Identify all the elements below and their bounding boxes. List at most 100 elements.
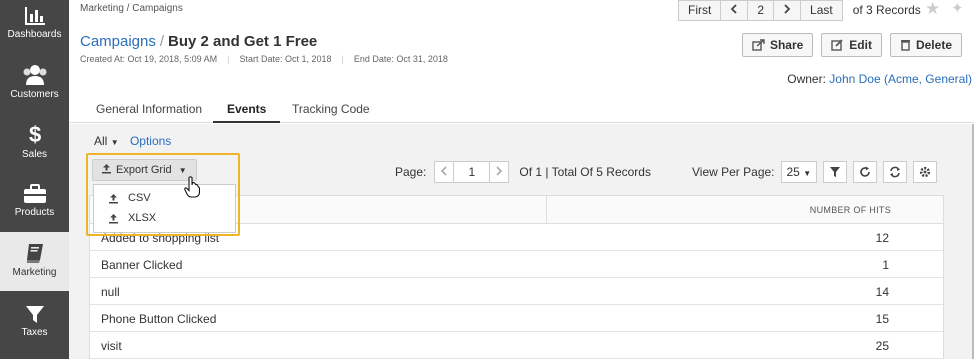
sidebar-item-label: Taxes [21,327,48,338]
table-row[interactable]: null 14 [90,278,943,305]
event-hits: 1 [882,258,889,272]
sidebar-item-label: Customers [10,89,59,100]
filter-button[interactable] [823,161,848,183]
record-pager: First 2 Last of 3 Records [678,0,921,21]
users-icon [23,65,46,85]
sync-icon [890,166,901,178]
page-size-select[interactable]: 25 ▼ [780,161,818,183]
tab-general-information[interactable]: General Information [82,97,216,123]
briefcase-icon [23,184,46,203]
svg-text:$: $ [29,122,41,146]
settings-button[interactable] [913,161,938,183]
event-hits: 14 [875,285,889,299]
delete-label: Delete [915,38,952,52]
page-title: Campaigns / Buy 2 and Get 1 Free [80,33,317,50]
edit-button[interactable]: Edit [821,33,882,57]
caret-down-icon: ▼ [110,138,119,147]
refresh-button[interactable] [853,161,878,183]
sidebar-item-taxes[interactable]: Taxes [0,304,69,359]
page-input[interactable]: 1 [454,161,490,183]
campaign-name: Buy 2 and Get 1 Free [168,33,318,50]
all-filter-label: All [94,134,108,148]
breadcrumb: Marketing / Campaigns [80,3,183,14]
prev-page-button[interactable] [434,161,455,183]
first-record-button[interactable]: First [678,0,722,21]
owner-link[interactable]: John Doe (Acme, General) [829,72,972,86]
refresh-icon [860,166,870,177]
filter-icon [830,167,841,177]
main-panel: Marketing / Campaigns First 2 Last of 3 … [69,0,974,359]
export-grid-button[interactable]: Export Grid ▼ [92,159,197,181]
meta-divider: | [227,54,230,64]
sidebar-item-sales[interactable]: $ Sales [0,122,69,182]
owner-info: Owner: John Doe (Acme, General) [787,72,972,86]
meta-divider: | [341,54,344,64]
table-row[interactable]: Banner Clicked 1 [90,251,943,278]
export-option-label: XLSX [128,212,157,224]
upload-icon [109,213,118,223]
share-icon [752,39,765,51]
export-highlight: Export Grid ▼ CSV XLSX [86,153,240,236]
end-date: End Date: Oct 31, 2018 [353,54,448,64]
next-record-button[interactable] [774,0,802,21]
gear-icon [920,166,931,178]
tab-events[interactable]: Events [213,97,281,123]
star-icon[interactable]: ★ [925,0,940,17]
campaign-meta: Created At: Oct 19, 2018, 5:09 AM | Start … [80,54,458,64]
export-xlsx-option[interactable]: XLSX [94,208,235,228]
view-per-page-label: View Per Page: [692,165,775,179]
last-record-button[interactable]: Last [801,0,843,21]
campaigns-link[interactable]: Campaigns [80,33,156,50]
chevron-right-icon [784,4,791,14]
event-hits: 12 [875,231,889,245]
tab-bar: General Information Events Tracking Code [69,97,974,123]
share-button[interactable]: Share [741,33,814,57]
page-controls: 1 [434,161,510,183]
event-name: Banner Clicked [101,258,183,272]
export-menu: CSV XLSX [93,184,236,233]
column-header-label: NUMBER OF HITS [809,205,891,215]
export-grid-label: Export Grid [116,164,172,176]
export-csv-option[interactable]: CSV [94,188,235,208]
current-record: 2 [748,0,775,21]
edit-label: Edit [849,38,872,52]
caret-down-icon: ▼ [178,166,187,175]
start-date: Start Date: Oct 1, 2018 [239,54,332,64]
caret-down-icon: ▼ [803,169,812,178]
page-summary: Of 1 | Total Of 5 Records [519,165,651,179]
delete-button[interactable]: Delete [889,33,962,57]
view-per-page: View Per Page: 25 ▼ [692,161,938,183]
hand-cursor-icon [184,176,200,198]
page-size-value: 25 [786,165,800,179]
sidebar-item-marketing[interactable]: Marketing [0,232,69,291]
table-row[interactable]: visit 25 [90,332,943,359]
options-link[interactable]: Options [130,134,171,148]
sidebar: Dashboards Customers $ Sales Products Ma… [0,0,69,359]
grid-filter: All ▼ Options [94,134,171,148]
prev-record-button[interactable] [721,0,749,21]
column-header-hits[interactable]: NUMBER OF HITS [546,196,945,224]
sidebar-item-customers[interactable]: Customers [0,64,69,124]
title-separator: / [159,33,165,50]
chevron-left-icon [731,4,737,14]
record-actions: Share Edit Delete [741,33,962,57]
next-page-button[interactable] [489,161,510,183]
event-name: visit [101,339,122,353]
sidebar-item-label: Dashboards [7,29,62,40]
chevron-right-icon [496,166,503,176]
share-label: Share [769,38,804,52]
event-hits: 15 [875,312,889,326]
table-row[interactable]: Phone Button Clicked 15 [90,305,943,332]
reset-button[interactable] [883,161,908,183]
upload-icon [102,164,111,174]
upload-icon [109,193,118,203]
book-icon [26,244,43,263]
owner-label: Owner: [787,72,826,86]
edit-icon [831,39,843,51]
all-filter-dropdown[interactable]: All ▼ [94,134,119,148]
tab-tracking-code[interactable]: Tracking Code [278,97,384,123]
sidebar-item-dashboards[interactable]: Dashboards [0,6,69,66]
pin-icon[interactable]: ✦ [951,0,964,17]
event-hits: 25 [875,339,889,353]
sidebar-item-label: Marketing [12,267,57,278]
